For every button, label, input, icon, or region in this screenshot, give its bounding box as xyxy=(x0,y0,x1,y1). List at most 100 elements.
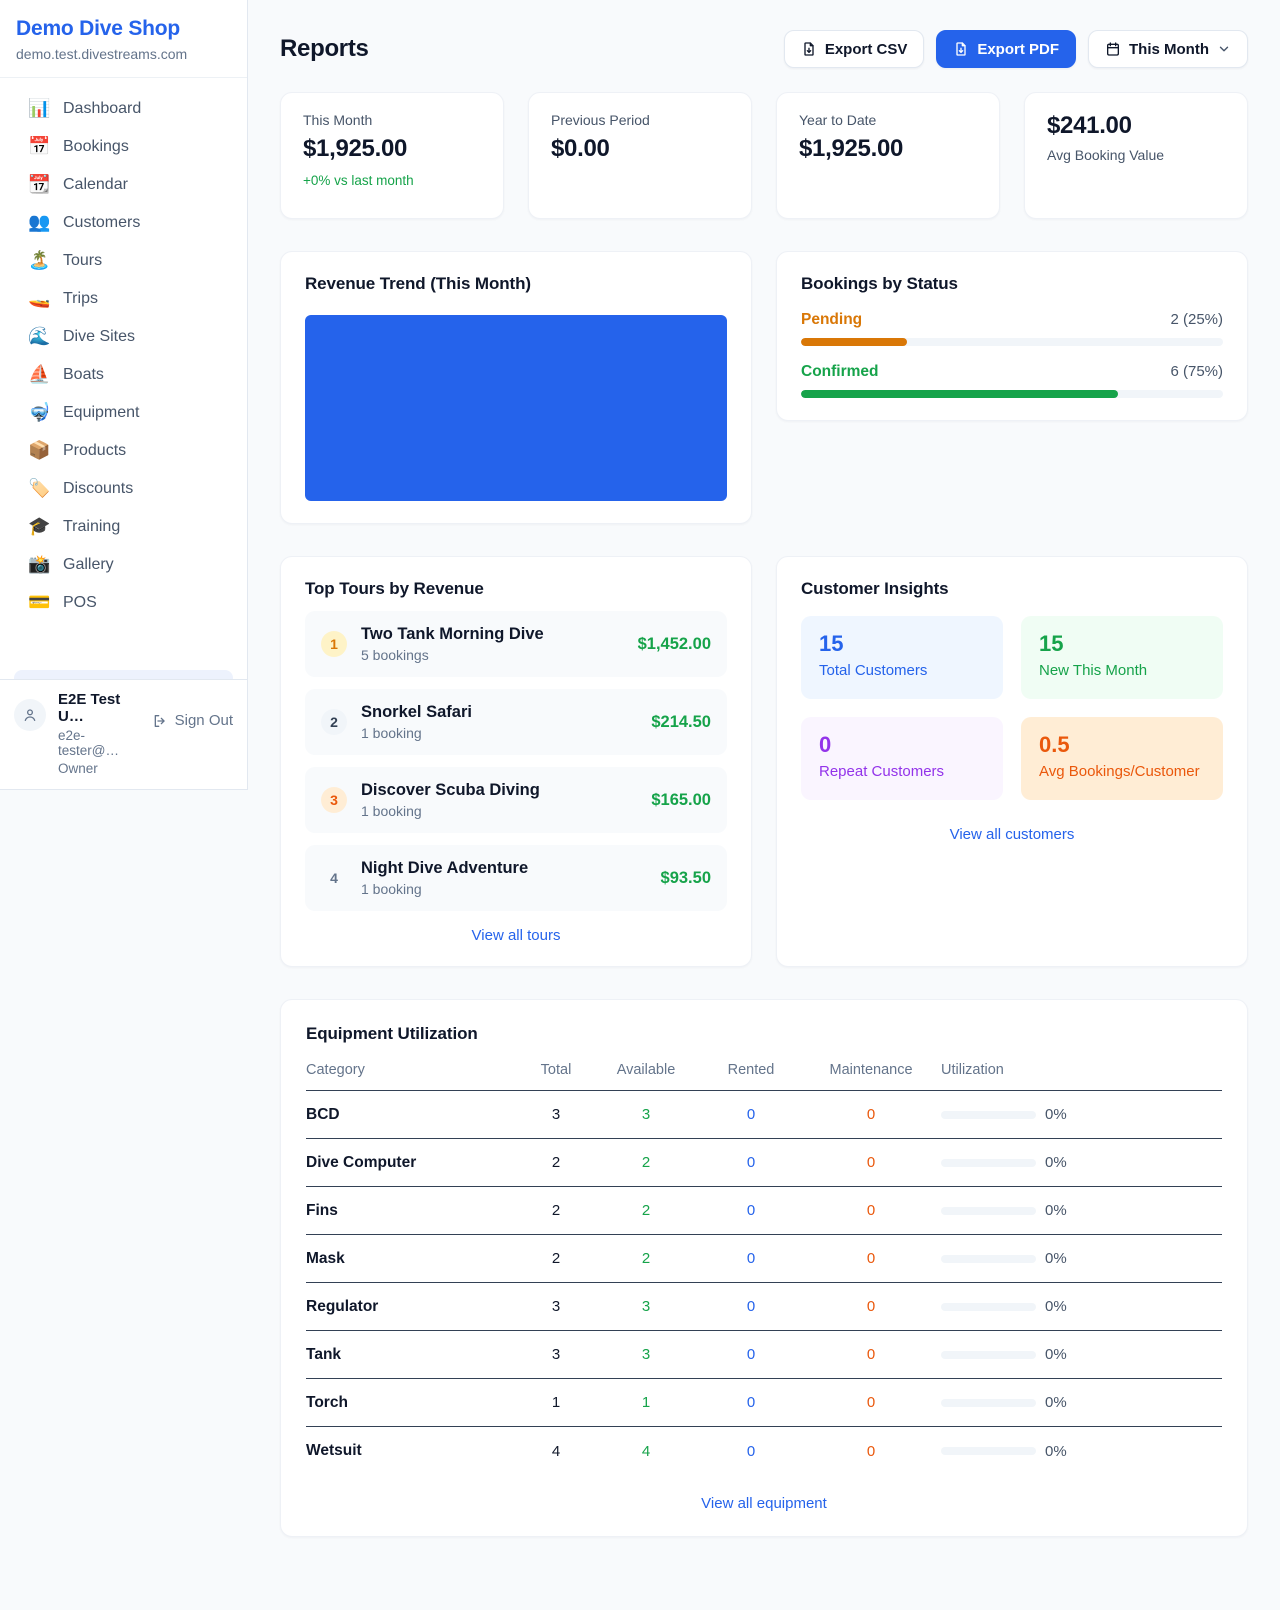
top-tours-panel: Top Tours by Revenue 1 Two Tank Morning … xyxy=(280,556,752,967)
table-row: Dive Computer 2 2 0 0 0% xyxy=(306,1139,1222,1187)
discounts-icon: 🏷️ xyxy=(28,480,50,498)
table-row: Wetsuit 4 4 0 0 0% xyxy=(306,1427,1222,1475)
sidebar-item-dive-sites[interactable]: 🌊 Dive Sites xyxy=(8,318,239,356)
logout-icon xyxy=(152,713,168,729)
sidebar-item-products[interactable]: 📦 Products xyxy=(8,432,239,470)
shop-domain: demo.test.divestreams.com xyxy=(16,46,231,62)
list-item: 4 Night Dive Adventure 1 booking $93.50 xyxy=(305,845,727,911)
export-pdf-button[interactable]: Export PDF xyxy=(936,30,1076,68)
equipment-icon: 🤿 xyxy=(28,404,50,422)
view-all-equipment-link[interactable]: View all equipment xyxy=(306,1495,1222,1512)
tour-name: Two Tank Morning Dive xyxy=(361,625,544,644)
sidebar-item-label: Trips xyxy=(63,290,98,308)
sidebar-item-label: Calendar xyxy=(63,176,128,194)
table-row: Regulator 3 3 0 0 0% xyxy=(306,1283,1222,1331)
trips-icon: 🚤 xyxy=(28,290,50,308)
insight-tile-avg-bookings: 0.5 Avg Bookings/Customer xyxy=(1021,717,1223,800)
page-title: Reports xyxy=(280,35,369,63)
view-all-tours-link[interactable]: View all tours xyxy=(305,927,727,944)
progress-fill xyxy=(801,390,1118,398)
sidebar-item-training[interactable]: 🎓 Training xyxy=(8,508,239,546)
progress-track xyxy=(801,338,1223,346)
sidebar-item-label: Products xyxy=(63,442,126,460)
sign-out-button[interactable]: Sign Out xyxy=(152,712,233,729)
utilization-bar xyxy=(941,1111,1036,1119)
insight-tile-total-customers: 15 Total Customers xyxy=(801,616,1003,699)
dive-sites-icon: 🌊 xyxy=(28,328,50,346)
brand: Demo Dive Shop demo.test.divestreams.com xyxy=(0,0,247,78)
sidebar-item-customers[interactable]: 👥 Customers xyxy=(8,204,239,242)
equipment-utilization-panel: Equipment Utilization Category Total Ava… xyxy=(280,999,1248,1537)
utilization-bar xyxy=(941,1351,1036,1359)
utilization-bar xyxy=(941,1159,1036,1167)
calendar-icon: 📆 xyxy=(28,176,50,194)
list-item: 2 Snorkel Safari 1 booking $214.50 xyxy=(305,689,727,755)
rank-badge: 2 xyxy=(321,709,347,735)
view-all-customers-link[interactable]: View all customers xyxy=(801,826,1223,843)
table-row: Mask 2 2 0 0 0% xyxy=(306,1235,1222,1283)
sidebar-item-equipment[interactable]: 🤿 Equipment xyxy=(8,394,239,432)
file-download-icon xyxy=(801,41,817,57)
stat-card-this-month: This Month $1,925.00 +0% vs last month xyxy=(280,92,504,219)
sidebar-item-discounts[interactable]: 🏷️ Discounts xyxy=(8,470,239,508)
sidebar-item-pos[interactable]: 💳 POS xyxy=(8,584,239,622)
sidebar-item-label: Training xyxy=(63,518,120,536)
progress-track xyxy=(801,390,1223,398)
tour-bookings: 5 bookings xyxy=(361,647,544,663)
stat-card-previous-period: Previous Period $0.00 xyxy=(528,92,752,219)
panel-title: Bookings by Status xyxy=(801,274,1223,294)
stat-card-avg-booking-value: $241.00 Avg Booking Value xyxy=(1024,92,1248,219)
customer-insights-panel: Customer Insights 15 Total Customers 15 … xyxy=(776,556,1248,967)
gallery-icon: 📸 xyxy=(28,556,50,574)
sidebar-item-label: Tours xyxy=(63,252,102,270)
sidebar-item-trips[interactable]: 🚤 Trips xyxy=(8,280,239,318)
tour-amount: $214.50 xyxy=(651,713,711,732)
sidebar-item-label: Discounts xyxy=(63,480,133,498)
user-name: E2E Test U… xyxy=(58,691,140,725)
calendar-icon xyxy=(1105,41,1121,57)
bookings-by-status-panel: Bookings by Status Pending 2 (25%) Confi… xyxy=(776,251,1248,421)
user-role: Owner xyxy=(58,761,140,776)
period-dropdown[interactable]: This Month xyxy=(1088,30,1248,68)
sidebar-item-tours[interactable]: 🏝️ Tours xyxy=(8,242,239,280)
stat-cards: This Month $1,925.00 +0% vs last month P… xyxy=(280,92,1248,219)
tour-name: Night Dive Adventure xyxy=(361,859,528,878)
sidebar-item-boats[interactable]: ⛵ Boats xyxy=(8,356,239,394)
page-header: Reports Export CSV Export PDF xyxy=(280,30,1248,68)
tour-name: Snorkel Safari xyxy=(361,703,472,722)
pos-icon: 💳 xyxy=(28,594,50,612)
utilization-bar xyxy=(941,1399,1036,1407)
status-row-pending: Pending 2 (25%) xyxy=(801,311,1223,346)
stat-card-year-to-date: Year to Date $1,925.00 xyxy=(776,92,1000,219)
sidebar-item-bookings[interactable]: 📅 Bookings xyxy=(8,128,239,166)
tour-amount: $93.50 xyxy=(661,869,711,888)
table-row: BCD 3 3 0 0 0% xyxy=(306,1091,1222,1139)
tour-amount: $165.00 xyxy=(651,791,711,810)
chevron-down-icon xyxy=(1217,42,1231,56)
rank-badge: 1 xyxy=(321,631,347,657)
sidebar-item-label: Equipment xyxy=(63,404,140,422)
sidebar-item-calendar[interactable]: 📆 Calendar xyxy=(8,166,239,204)
avatar xyxy=(14,699,46,731)
list-item: 1 Two Tank Morning Dive 5 bookings $1,45… xyxy=(305,611,727,677)
main-content: Reports Export CSV Export PDF xyxy=(248,0,1280,1577)
sidebar-item-reports-partial[interactable] xyxy=(14,670,233,679)
sidebar-item-label: Dashboard xyxy=(63,100,141,118)
sidebar-item-dashboard[interactable]: 📊 Dashboard xyxy=(8,90,239,128)
rank-badge: 4 xyxy=(321,865,347,891)
insight-tile-repeat-customers: 0 Repeat Customers xyxy=(801,717,1003,800)
shop-name: Demo Dive Shop xyxy=(16,17,231,41)
boats-icon: ⛵ xyxy=(28,366,50,384)
sidebar-item-gallery[interactable]: 📸 Gallery xyxy=(8,546,239,584)
panel-title: Customer Insights xyxy=(801,579,1223,599)
tours-icon: 🏝️ xyxy=(28,252,50,270)
tour-bookings: 1 booking xyxy=(361,803,540,819)
tour-name: Discover Scuba Diving xyxy=(361,781,540,800)
export-csv-button[interactable]: Export CSV xyxy=(784,30,925,68)
panel-title: Top Tours by Revenue xyxy=(305,579,727,599)
panel-title: Equipment Utilization xyxy=(306,1024,1222,1044)
table-header: Category Total Available Rented Maintena… xyxy=(306,1062,1222,1091)
tour-bookings: 1 booking xyxy=(361,725,472,741)
customers-icon: 👥 xyxy=(28,214,50,232)
products-icon: 📦 xyxy=(28,442,50,460)
